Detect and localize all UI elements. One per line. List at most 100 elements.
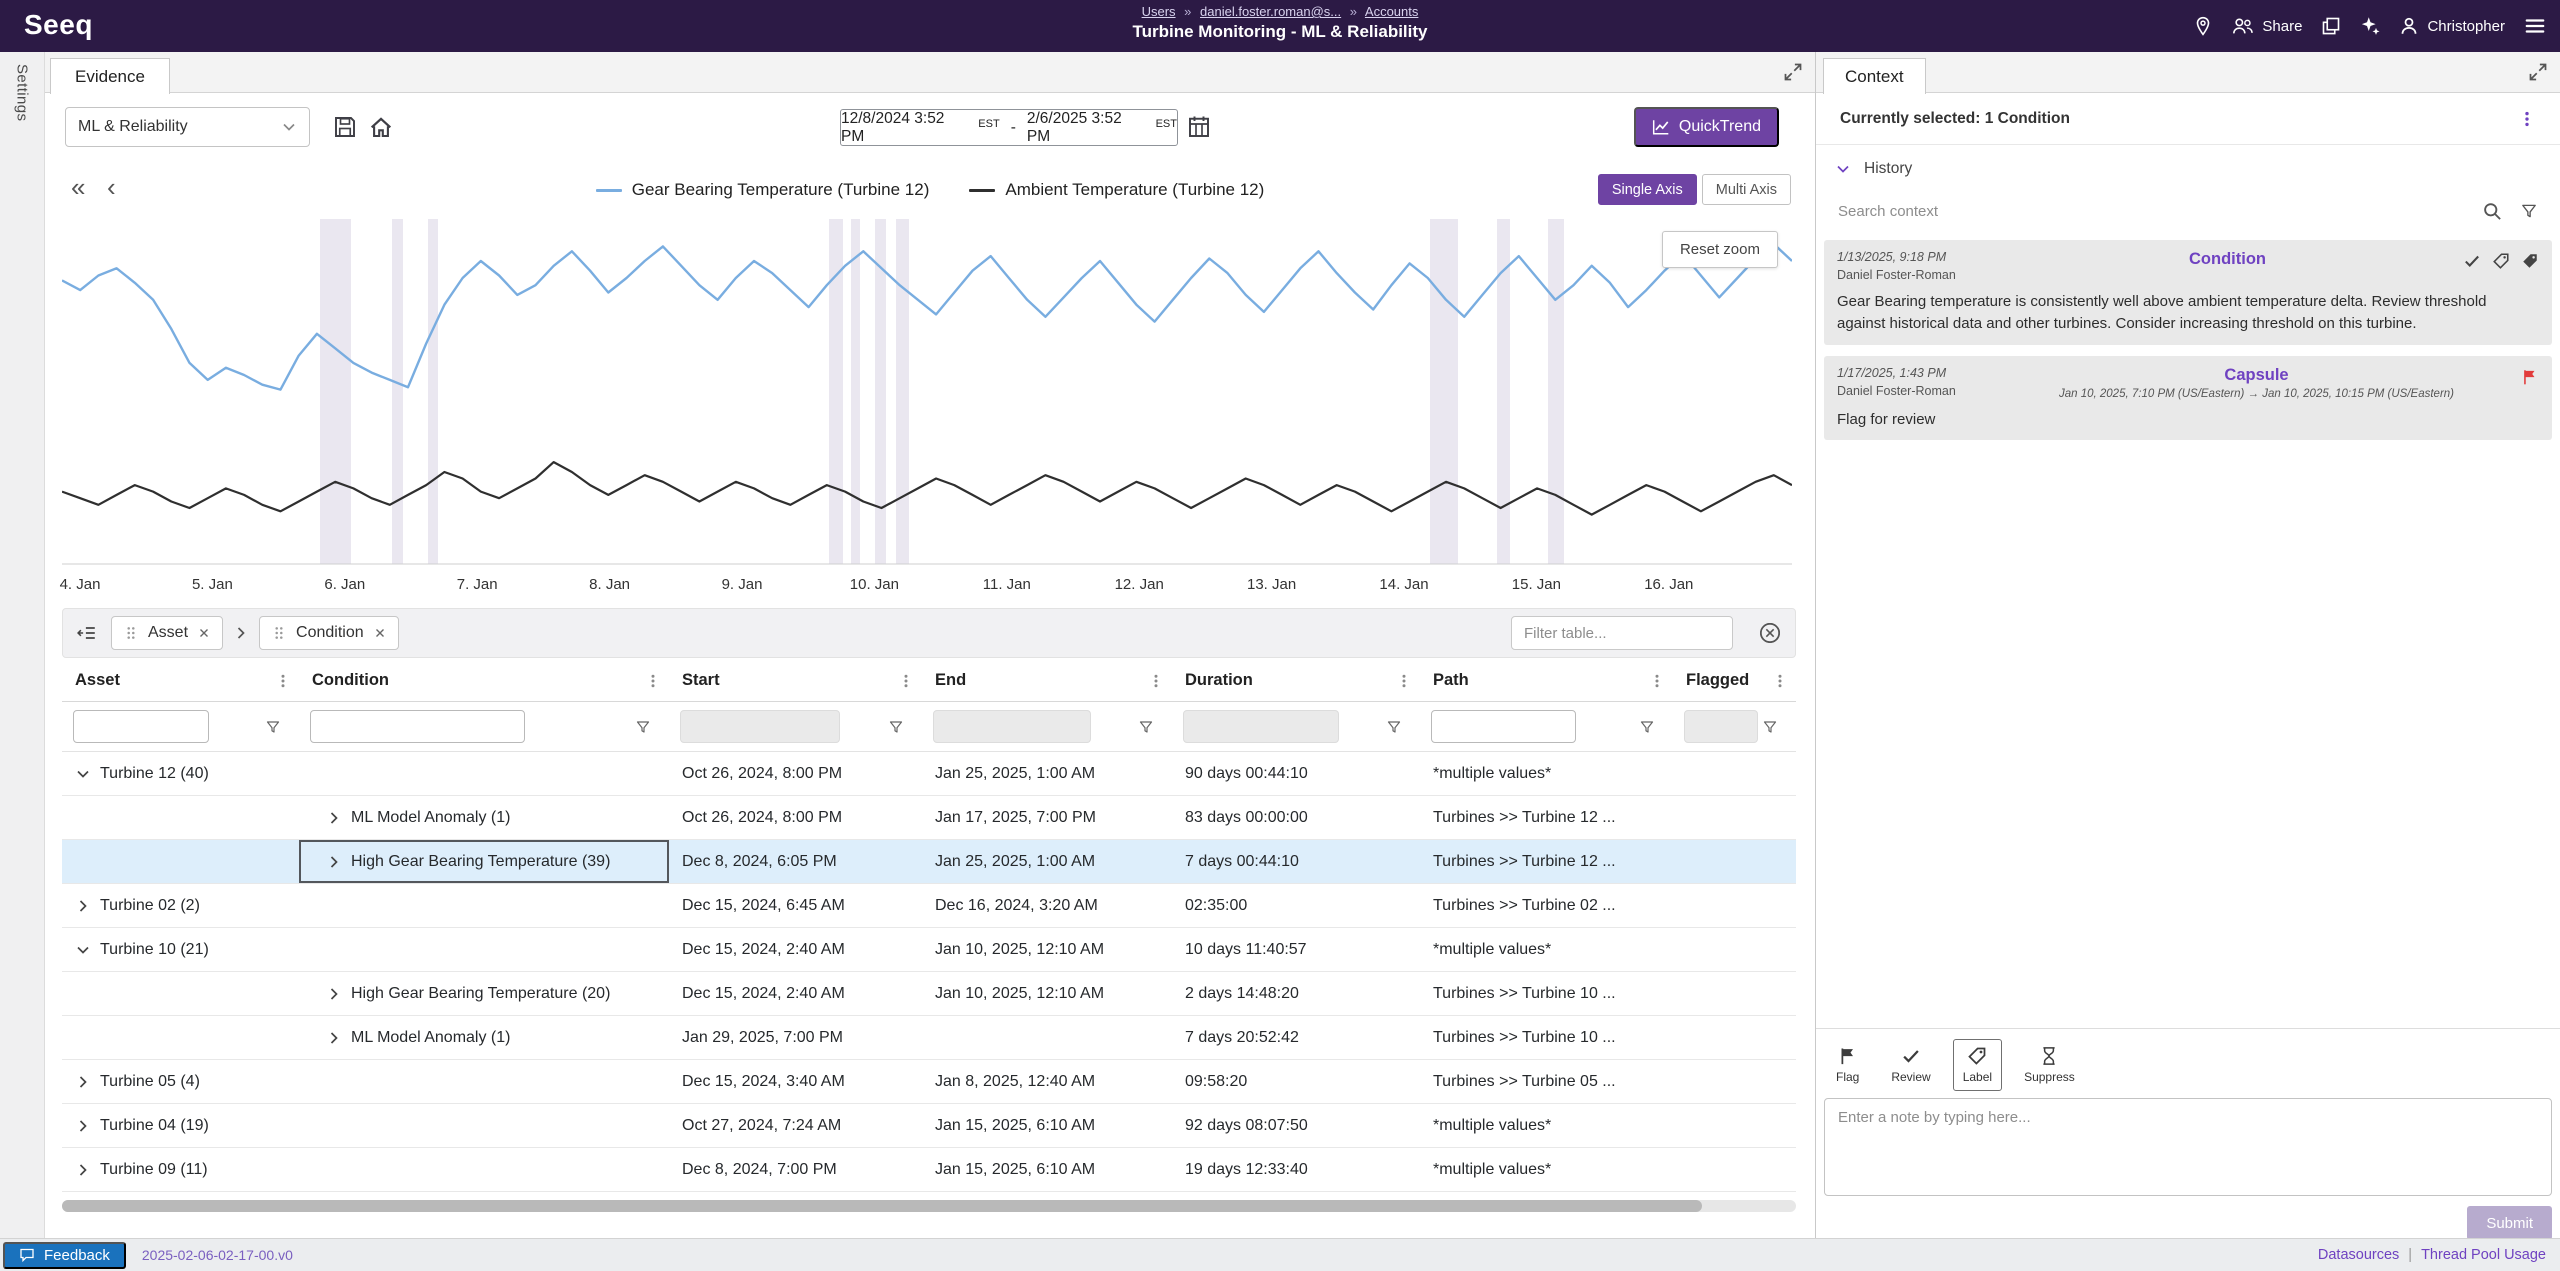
search-context-input[interactable]: [1838, 203, 2464, 220]
kebab-icon[interactable]: [898, 673, 914, 689]
suppress-action-button[interactable]: Suppress: [2014, 1039, 2085, 1091]
card-type-link[interactable]: Condition: [2000, 250, 2455, 269]
hamburger-icon[interactable]: [2524, 15, 2546, 37]
axis-button-single-axis[interactable]: Single Axis: [1598, 174, 1697, 205]
close-icon[interactable]: [197, 626, 211, 640]
funnel-icon[interactable]: [888, 719, 904, 735]
chevron-right-icon[interactable]: [326, 986, 342, 1002]
legend-item[interactable]: Ambient Temperature (Turbine 12): [969, 180, 1264, 200]
funnel-icon[interactable]: [1138, 719, 1154, 735]
footer-link-datasources[interactable]: Datasources: [2318, 1247, 2399, 1263]
history-section-header[interactable]: History: [1816, 152, 2560, 186]
filter-chip-condition[interactable]: Condition: [259, 616, 399, 650]
close-table-icon[interactable]: [1759, 622, 1781, 644]
kebab-icon[interactable]: [1148, 673, 1164, 689]
filter-input-condition[interactable]: [310, 710, 525, 743]
funnel-icon[interactable]: [1386, 719, 1402, 735]
chevron-right-icon[interactable]: [326, 810, 342, 826]
user-menu[interactable]: Christopher: [2399, 16, 2505, 36]
table-row[interactable]: Turbine 12 (40)Oct 26, 2024, 8:00 PMJan …: [62, 752, 1796, 796]
review-action-button[interactable]: Review: [1881, 1039, 1940, 1091]
context-card[interactable]: 1/13/2025, 9:18 PMDaniel Foster-RomanCon…: [1824, 240, 2552, 345]
funnel-icon[interactable]: [1639, 719, 1655, 735]
filter-input-asset[interactable]: [73, 710, 209, 743]
table-row[interactable]: Turbine 04 (19)Oct 27, 2024, 7:24 AMJan …: [62, 1104, 1796, 1148]
close-icon[interactable]: [373, 626, 387, 640]
kebab-icon[interactable]: [1396, 673, 1412, 689]
reset-zoom-button[interactable]: Reset zoom: [1662, 231, 1778, 268]
tab-context[interactable]: Context: [1823, 58, 1926, 94]
table-menu-icon[interactable]: [77, 623, 97, 643]
filter-input-start[interactable]: [680, 710, 840, 743]
calendar-icon[interactable]: [1187, 115, 1211, 139]
table-row[interactable]: ML Model Anomaly (1)Jan 29, 2025, 7:00 P…: [62, 1016, 1796, 1060]
kebab-icon[interactable]: [275, 673, 291, 689]
collapse-history-icon[interactable]: [1835, 161, 1851, 177]
feedback-button[interactable]: Feedback: [3, 1242, 126, 1269]
filter-context-icon[interactable]: [2520, 202, 2538, 220]
horizontal-scrollbar[interactable]: [62, 1200, 1796, 1212]
table-row[interactable]: Turbine 05 (4)Dec 15, 2024, 3:40 AMJan 8…: [62, 1060, 1796, 1104]
kebab-icon[interactable]: [1772, 673, 1788, 689]
breadcrumb-user-link[interactable]: daniel.foster.roman@s...: [1200, 4, 1341, 19]
tag-filled-icon[interactable]: [2521, 252, 2539, 270]
table-row[interactable]: Turbine 10 (21)Dec 15, 2024, 2:40 AMJan …: [62, 928, 1796, 972]
funnel-icon[interactable]: [265, 719, 281, 735]
filter-input-end[interactable]: [933, 710, 1091, 743]
trend-chart[interactable]: Reset zoom: [62, 219, 1792, 565]
filter-input-path[interactable]: [1431, 710, 1576, 743]
kebab-icon[interactable]: [645, 673, 661, 689]
ai-assistant-icon[interactable]: [2360, 16, 2380, 36]
panels-icon[interactable]: [2321, 16, 2341, 36]
context-card[interactable]: 1/17/2025, 1:43 PMDaniel Foster-RomanCap…: [1824, 356, 2552, 441]
filter-input-flagged[interactable]: [1684, 710, 1758, 743]
tag-icon[interactable]: [2492, 252, 2510, 270]
workbench-select[interactable]: ML & Reliability: [65, 107, 310, 147]
context-menu-icon[interactable]: [2518, 110, 2536, 128]
save-icon[interactable]: [333, 115, 357, 139]
expand-context-icon[interactable]: [2528, 62, 2548, 82]
table-row[interactable]: Turbine 02 (2)Dec 15, 2024, 6:45 AMDec 1…: [62, 884, 1796, 928]
tab-evidence[interactable]: Evidence: [50, 58, 170, 94]
chevron-right-icon[interactable]: [326, 1030, 342, 1046]
check-icon[interactable]: [2463, 252, 2481, 270]
chevron-right-icon[interactable]: [75, 1162, 91, 1178]
table-row[interactable]: Turbine 09 (11)Dec 8, 2024, 7:00 PMJan 1…: [62, 1148, 1796, 1192]
chevron-down-icon[interactable]: [75, 766, 91, 782]
scrollbar-thumb[interactable]: [62, 1200, 1702, 1212]
seeq-logo[interactable]: Seeq: [24, 9, 93, 41]
note-input[interactable]: [1824, 1098, 2552, 1196]
search-icon[interactable]: [2482, 201, 2502, 221]
table-row[interactable]: ML Model Anomaly (1)Oct 26, 2024, 8:00 P…: [62, 796, 1796, 840]
funnel-icon[interactable]: [1762, 719, 1778, 735]
chevron-down-icon[interactable]: [75, 942, 91, 958]
table-row[interactable]: High Gear Bearing Temperature (20)Dec 15…: [62, 972, 1796, 1016]
filter-chip-asset[interactable]: Asset: [111, 616, 223, 650]
breadcrumb-accounts-link[interactable]: Accounts: [1365, 4, 1418, 19]
label-action-button[interactable]: Label: [1953, 1039, 2002, 1091]
location-icon[interactable]: [2193, 16, 2213, 36]
flag-action-button[interactable]: Flag: [1826, 1039, 1869, 1091]
chevron-right-icon[interactable]: [75, 898, 91, 914]
share-button[interactable]: Share: [2232, 15, 2302, 37]
settings-label[interactable]: Settings: [14, 64, 31, 121]
kebab-icon[interactable]: [1649, 673, 1665, 689]
date-range-input[interactable]: 12/8/2024 3:52 PM EST - 2/6/2025 3:52 PM…: [840, 109, 1178, 146]
axis-button-multi-axis[interactable]: Multi Axis: [1702, 174, 1791, 205]
chevron-right-icon[interactable]: [326, 854, 342, 870]
legend-item[interactable]: Gear Bearing Temperature (Turbine 12): [596, 180, 930, 200]
filter-table-input[interactable]: [1511, 616, 1733, 650]
settings-rail[interactable]: Settings: [0, 52, 45, 1238]
quicktrend-button[interactable]: QuickTrend: [1634, 107, 1779, 147]
chart-canvas[interactable]: [62, 219, 1792, 565]
home-icon[interactable]: [369, 115, 393, 139]
funnel-icon[interactable]: [635, 719, 651, 735]
filter-input-duration[interactable]: [1183, 710, 1339, 743]
expand-main-icon[interactable]: [1783, 62, 1803, 82]
table-row[interactable]: High Gear Bearing Temperature (39)Dec 8,…: [62, 840, 1796, 884]
breadcrumb-users-link[interactable]: Users: [1142, 4, 1176, 19]
flag-red-icon[interactable]: [2521, 368, 2539, 386]
card-type-link[interactable]: Capsule: [2000, 366, 2513, 385]
submit-button[interactable]: Submit: [2467, 1206, 2552, 1240]
footer-link-thread-pool-usage[interactable]: Thread Pool Usage: [2421, 1247, 2546, 1263]
